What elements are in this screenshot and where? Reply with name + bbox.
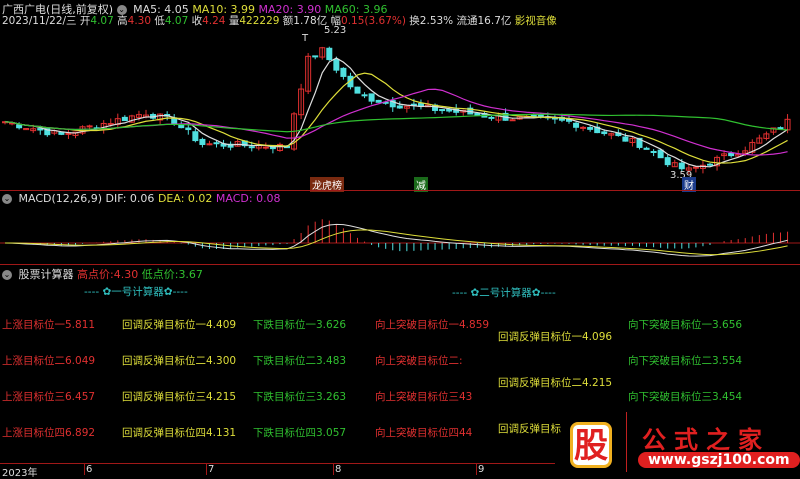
candle	[573, 121, 580, 132]
candle	[206, 140, 213, 146]
candle	[192, 128, 199, 143]
candle	[227, 141, 234, 151]
calc-down-1: 下跌目标位一3.626	[253, 319, 347, 331]
candlestick-chart[interactable]	[0, 0, 800, 190]
calculator-1-title: ---- ✿一号计算器✿----	[84, 286, 188, 298]
candle	[777, 126, 784, 130]
candle	[114, 113, 121, 129]
calc-down-3: 下跌目标位三3.263	[253, 391, 347, 403]
calc-break-up-3: 向上突破目标位三43	[375, 391, 473, 403]
candle	[340, 67, 347, 80]
calc-break-down-3: 向下突破目标位三3.454	[628, 391, 743, 403]
low-point-value: 3.67	[178, 268, 203, 281]
calc-up-3: 上涨目标位三6.457	[2, 391, 96, 403]
calc-rebound1-2: 回调反弹目标位二4.300	[122, 355, 237, 367]
calculator-header: ⌄ 股票计算器 高点价:4.30 低点价:3.67	[2, 266, 203, 282]
candle	[121, 115, 128, 122]
calc-rebound1-4: 回调反弹目标位四4.131	[122, 427, 237, 439]
divider	[0, 264, 800, 265]
high-point-label: 高点价:	[77, 268, 114, 281]
macd-chart[interactable]	[0, 205, 800, 263]
calc-rebound2-2: 回调反弹目标位二4.215	[498, 377, 613, 389]
calculator-2-title: ---- ✿二号计算器✿----	[452, 287, 556, 299]
dropdown-icon[interactable]: ⌄	[2, 194, 12, 204]
calc-break-up-4: 向上突破目标位四44	[375, 427, 473, 439]
calc-rebound1-3: 回调反弹目标位三4.215	[122, 391, 237, 403]
candle	[650, 149, 657, 157]
candle	[354, 86, 361, 94]
macd-header: ⌄ MACD(12,26,9) DIF: 0.06 DEA: 0.02 MACD…	[2, 192, 281, 205]
axis-year: 2023年	[2, 468, 38, 479]
watermark-name: 公式之家	[642, 426, 770, 454]
calc-rebound2-3: 回调反弹目标	[498, 423, 561, 435]
candle	[23, 127, 30, 131]
candle	[403, 105, 410, 113]
candle	[664, 154, 671, 168]
candle	[699, 161, 706, 174]
candle	[234, 139, 241, 147]
calc-break-down-2: 向下突破目标位二3.554	[628, 355, 743, 367]
axis-month: 8	[333, 464, 342, 475]
candle	[643, 146, 650, 150]
ma5-line	[4, 57, 788, 168]
macd-value: MACD: 0.08	[215, 192, 281, 205]
candle	[305, 53, 312, 95]
watermark-divider	[626, 412, 627, 472]
candle	[375, 99, 382, 103]
dif-value: DIF: 0.06	[105, 192, 155, 205]
candle	[671, 159, 678, 168]
calc-up-2: 上涨目标位二6.049	[2, 355, 96, 367]
axis-month: 7	[206, 464, 215, 475]
candle	[439, 109, 446, 114]
divider	[0, 190, 800, 191]
candle	[756, 134, 763, 144]
candle	[368, 93, 375, 105]
candle	[361, 92, 368, 99]
candle	[763, 131, 770, 141]
candle	[312, 55, 319, 60]
low-point-label: 低点价:	[141, 268, 179, 281]
macd-title: MACD(12,26,9)	[18, 192, 103, 205]
candle	[692, 166, 699, 173]
candle	[326, 46, 333, 61]
calc-break-up-2: 向上突破目标位二:	[375, 355, 463, 367]
calc-up-4: 上涨目标位四6.892	[2, 427, 96, 439]
calc-rebound2-1: 回调反弹目标位一4.096	[498, 331, 613, 343]
ma20-line	[4, 88, 788, 156]
dropdown-icon[interactable]: ⌄	[2, 270, 12, 280]
high-price-label: 5.23	[324, 25, 347, 36]
candle	[65, 129, 72, 139]
calc-break-down-1: 向下突破目标位一3.656	[628, 319, 743, 331]
watermark: 股 公式之家 www.gszj100.com	[560, 412, 800, 475]
axis-month: 6	[84, 464, 93, 475]
candle	[396, 101, 403, 109]
dea-line	[4, 229, 788, 256]
high-point-value: 4.30	[113, 268, 139, 281]
calc-down-2: 下跌目标位二3.483	[253, 355, 347, 367]
watermark-url: www.gszj100.com	[638, 452, 800, 468]
calculator-title: 股票计算器	[18, 268, 74, 281]
calc-down-4: 下跌目标位四3.057	[253, 427, 347, 439]
candle	[488, 116, 495, 121]
candle	[199, 137, 206, 148]
candle	[417, 99, 424, 110]
candle	[319, 46, 326, 60]
calc-rebound1-1: 回调反弹目标位一4.409	[122, 319, 237, 331]
candle	[580, 126, 587, 132]
watermark-logo: 股	[570, 422, 612, 468]
candle	[298, 83, 305, 120]
t-marker: T	[302, 33, 309, 44]
candle	[608, 132, 615, 140]
dea-value: DEA: 0.02	[157, 192, 213, 205]
calc-break-up-1: 向上突破目标位一4.859	[375, 319, 490, 331]
axis-month: 9	[476, 464, 485, 475]
candle	[185, 124, 192, 135]
calc-up-1: 上涨目标位一5.811	[2, 319, 96, 331]
